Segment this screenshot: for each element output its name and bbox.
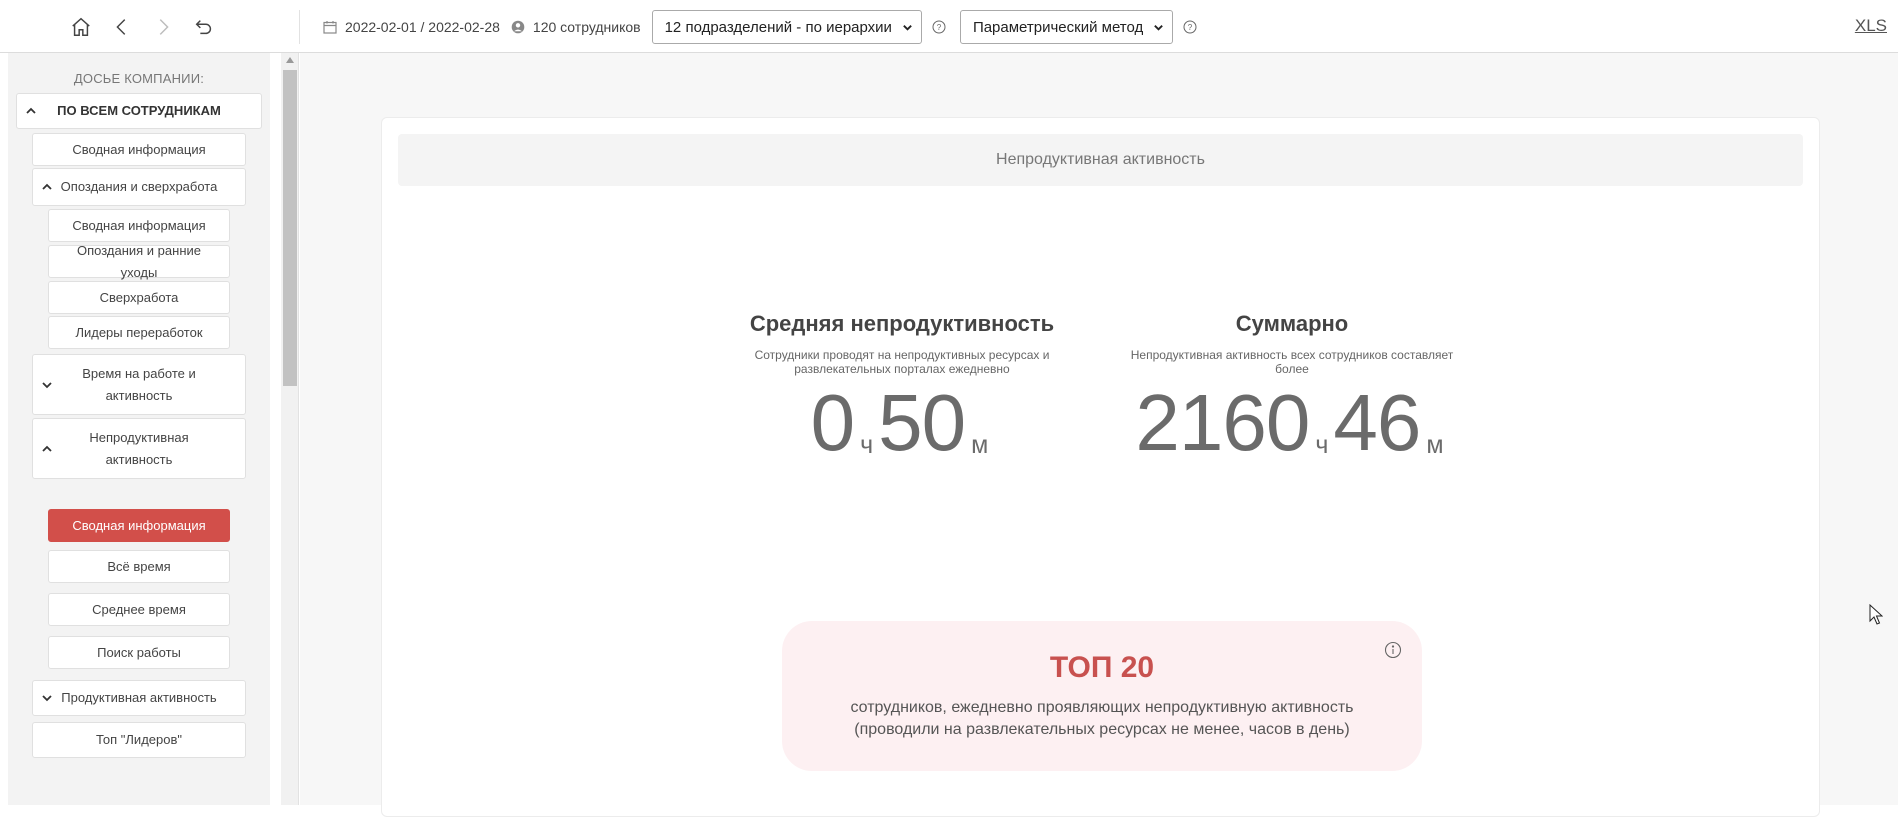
calendar-icon [323, 21, 337, 34]
total-value: 2160 ч 46 м [1117, 378, 1467, 467]
sidebar-item-label: Сводная информация [72, 217, 206, 233]
help-icon[interactable]: ? [1183, 20, 1197, 34]
avg-value: 0 ч 50 м [737, 378, 1067, 467]
mouse-cursor-icon [1869, 604, 1883, 625]
avg-unproductivity-metric: Средняя непродуктивность Сотрудники пров… [737, 311, 1067, 467]
avg-title: Средняя непродуктивность [749, 311, 1055, 336]
sidebar-title: ДОСЬЕ КОМПАНИИ: [73, 71, 205, 86]
sidebar-item[interactable]: Сводная информация [48, 209, 230, 242]
top-subtitle-line1: сотрудников, ежедневно проявляющих непро… [850, 699, 1354, 716]
sidebar-item[interactable]: Сводная информация [48, 509, 230, 542]
info-icon[interactable] [1384, 641, 1402, 659]
sidebar-item[interactable]: Опоздания и ранние уходы [48, 243, 230, 280]
sidebar-item-label: Непродуктивная активность [89, 429, 189, 467]
home-button[interactable] [60, 14, 101, 40]
avg-hours: 0 [810, 378, 855, 467]
sidebar-item[interactable]: Лидеры переработок [48, 316, 230, 349]
toolbar-divider [299, 10, 300, 44]
sidebar-item[interactable]: ПО ВСЕМ СОТРУДНИКАМ [16, 93, 262, 129]
total-hours-unit: ч [1315, 431, 1329, 459]
sidebar-item-label: Опоздания и ранние уходы [76, 242, 201, 280]
sidebar-item-label: Сверхработа [99, 289, 179, 305]
sidebar-item-label: Продуктивная активность [61, 690, 217, 705]
sidebar-item[interactable]: Всё время [48, 550, 230, 583]
departments-select-value: 12 подразделений - по иерархии [664, 18, 892, 36]
avg-minutes: 50 [878, 378, 966, 467]
chevron-down-icon [903, 24, 912, 31]
sidebar-item-label: Опоздания и сверхработа [60, 179, 218, 194]
forward-button[interactable] [142, 14, 183, 40]
date-range[interactable]: 2022-02-01 / 2022-02-28 [345, 19, 500, 35]
chevron-up-icon [42, 445, 52, 452]
undo-icon [195, 20, 211, 35]
top-subtitle-line2: (проводили на развлекательных ресурсах н… [854, 721, 1350, 738]
total-description: Непродуктивная активность всех сотрудник… [1130, 348, 1454, 376]
sidebar-item[interactable]: Опоздания и сверхработа [32, 168, 246, 206]
report-card: Непродуктивная активность Средняя непрод… [381, 117, 1820, 817]
avg-minutes-unit: м [971, 431, 989, 459]
help-icon[interactable]: ? [932, 20, 946, 34]
svg-text:?: ? [937, 23, 942, 32]
sidebar-item[interactable]: Поиск работы [48, 636, 230, 669]
export-xls-link[interactable]: XLS [1855, 16, 1887, 36]
avg-description: Сотрудники проводят на непродуктивных ре… [754, 348, 1050, 376]
total-minutes: 46 [1333, 378, 1421, 467]
employee-count[interactable]: 120 сотрудников [533, 19, 641, 35]
sidebar-item[interactable]: Время на работе и активность [32, 354, 246, 415]
sidebar-item-label: Поиск работы [97, 644, 181, 660]
sidebar-item-label: Сводная информация [72, 141, 206, 157]
top-title: ТОП 20 [1049, 651, 1155, 684]
sidebar: ДОСЬЕ КОМПАНИИ: ПО ВСЕМ СОТРУДНИКАМ Сводн… [0, 53, 299, 805]
total-title: Суммарно [1235, 311, 1349, 336]
method-select-value: Параметрический метод [972, 18, 1144, 36]
section-title: Непродуктивная активность [398, 134, 1803, 186]
forward-icon [159, 19, 169, 35]
top-employees-box: ТОП 20 сотрудников, ежедневно проявляющи… [782, 621, 1422, 771]
sidebar-scrollbar[interactable] [281, 53, 298, 805]
departments-select[interactable]: 12 подразделений - по иерархии [651, 10, 922, 44]
back-icon [115, 19, 125, 35]
method-select[interactable]: Параметрический метод [959, 10, 1174, 44]
sidebar-item-label: Всё время [107, 558, 171, 574]
chevron-down-icon [42, 695, 52, 702]
filters-bar: 2022-02-01 / 2022-02-28 120 сотрудников … [323, 10, 1211, 44]
sidebar-item-label: ПО ВСЕМ СОТРУДНИКАМ [57, 103, 221, 118]
avg-hours-unit: ч [860, 431, 874, 459]
total-hours: 2160 [1135, 378, 1310, 467]
undo-button[interactable] [183, 14, 224, 40]
svg-text:?: ? [1188, 23, 1193, 32]
sidebar-item[interactable]: Непродуктивная активность [32, 418, 246, 479]
chevron-up-icon [26, 107, 36, 114]
top-subtitle: сотрудников, ежедневно проявляющих непро… [782, 697, 1422, 741]
sidebar-item[interactable]: Среднее время [48, 593, 230, 626]
chevron-down-icon [42, 381, 52, 388]
sidebar-item-label: Лидеры переработок [75, 324, 203, 340]
navigation-buttons [60, 14, 224, 40]
sidebar-item-label: Сводная информация [72, 517, 206, 533]
home-icon [71, 17, 90, 36]
total-unproductivity-metric: Суммарно Непродуктивная активность всех … [1117, 311, 1467, 467]
chevron-down-icon [1154, 24, 1164, 31]
scrollbar-thumb[interactable] [283, 70, 297, 386]
sidebar-item[interactable]: Сверхработа [48, 281, 230, 314]
chevron-up-icon [42, 183, 52, 190]
back-button[interactable] [101, 14, 142, 40]
scroll-up-arrow[interactable] [286, 57, 294, 63]
sidebar-item[interactable]: Сводная информация [32, 133, 246, 166]
sidebar-item[interactable]: Топ "Лидеров" [32, 722, 246, 758]
sidebar-item[interactable]: Продуктивная активность [32, 680, 246, 716]
total-minutes-unit: м [1426, 431, 1444, 459]
sidebar-item-label: Среднее время [92, 601, 186, 617]
top-toolbar: 2022-02-01 / 2022-02-28 120 сотрудников … [0, 0, 1898, 53]
sidebar-item-label: Время на работе и активность [82, 365, 196, 403]
sidebar-item-label: Топ "Лидеров" [95, 732, 182, 747]
main-content: Непродуктивная активность Средняя непрод… [300, 53, 1898, 817]
user-icon [511, 20, 525, 34]
